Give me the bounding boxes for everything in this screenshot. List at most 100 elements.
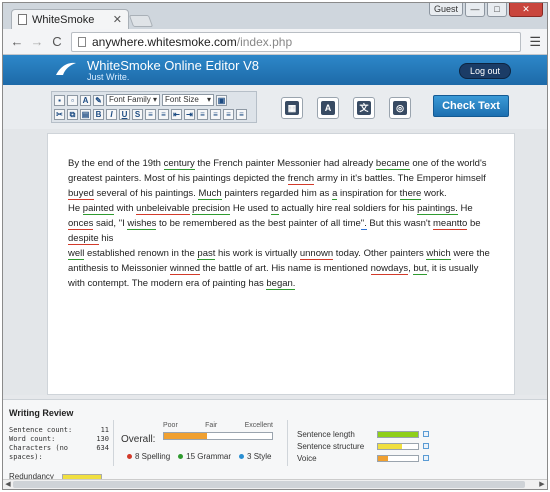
grammar-issue[interactable]: to xyxy=(270,203,279,215)
bold-icon[interactable]: B xyxy=(93,109,104,120)
metric-sentence-length: Sentence length xyxy=(297,428,432,440)
indent-icon[interactable]: ⇥ xyxy=(184,109,195,120)
font-size-select[interactable]: Font Size ▾ xyxy=(162,94,214,106)
spelling-issue[interactable]: unnown xyxy=(299,248,334,260)
copy-icon[interactable]: ⧉ xyxy=(67,109,78,120)
url-field[interactable]: anywhere.whitesmoke.com/index.php xyxy=(71,31,522,52)
grammar-issue[interactable]: well xyxy=(68,248,85,260)
stat-row: Characters (no spaces): 634 xyxy=(9,444,109,461)
divider xyxy=(287,420,288,466)
editor-text: He xyxy=(457,203,473,214)
italic-icon[interactable]: I xyxy=(106,109,117,120)
new-tab-button[interactable] xyxy=(128,15,154,27)
info-icon[interactable] xyxy=(423,431,429,437)
back-arrow-icon[interactable]: ← xyxy=(9,34,25,49)
check-text-button[interactable]: Check Text xyxy=(433,95,509,117)
scroll-thumb[interactable] xyxy=(13,481,525,488)
strikethrough-icon[interactable]: S xyxy=(132,109,143,120)
font-color-icon[interactable]: A xyxy=(80,94,91,106)
translate-button[interactable]: 文 xyxy=(353,97,375,119)
info-icon[interactable] xyxy=(423,443,429,449)
dictionary-button[interactable]: ▦ xyxy=(281,97,303,119)
dictionary-icon: ▦ xyxy=(285,101,299,115)
editor-text: inspiration for xyxy=(337,188,400,199)
justify-icon[interactable]: ≡ xyxy=(236,109,247,120)
grammar-issue[interactable]: but xyxy=(413,263,427,275)
style-count[interactable]: 3 Style xyxy=(239,452,272,461)
editor-area: By the end of the 19th century the Frenc… xyxy=(3,129,547,395)
spelling-issue[interactable]: buyed xyxy=(68,188,94,200)
scroll-left-icon[interactable]: ◀ xyxy=(3,480,13,489)
editor-text: actually hire real soldiers for his xyxy=(278,203,418,214)
reload-icon[interactable]: C xyxy=(49,34,65,49)
info-icon[interactable] xyxy=(423,455,429,461)
grammar-issue[interactable]: wishes xyxy=(127,218,157,230)
grammar-issue[interactable]: began. xyxy=(266,278,296,290)
align-right-icon[interactable]: ≡ xyxy=(223,109,234,120)
horizontal-scrollbar[interactable]: ◀ ▶ xyxy=(3,479,547,489)
maximize-button[interactable]: □ xyxy=(487,3,507,17)
outdent-icon[interactable]: ⇤ xyxy=(171,109,182,120)
editor-text: But this wasn't xyxy=(366,218,434,229)
browser-tab[interactable]: WhiteSmoke ✕ xyxy=(11,9,129,29)
editor-text: today. Other painters xyxy=(333,248,427,259)
tab-close-icon[interactable]: ✕ xyxy=(113,13,122,26)
highlight-icon[interactable]: ✎ xyxy=(93,94,104,106)
align-left-icon[interactable]: ≡ xyxy=(197,109,208,120)
grammar-issue[interactable]: past xyxy=(197,248,216,260)
grammar-issue[interactable]: became xyxy=(375,158,410,170)
grammar-count[interactable]: 15 Grammar xyxy=(178,452,231,461)
editor-text: He xyxy=(68,203,83,214)
editor-text: his work is virtually xyxy=(215,248,300,259)
editor-paragraph: He painted with unbeleivable precision H… xyxy=(68,201,496,246)
grammar-issue[interactable]: precision xyxy=(192,203,231,215)
image-icon[interactable]: ▣ xyxy=(216,94,227,106)
font-family-select[interactable]: Font Family ▾ xyxy=(106,94,160,106)
new-doc-icon[interactable]: ▫ xyxy=(67,94,78,106)
search-icon: ◎ xyxy=(393,101,407,115)
whitesmoke-logo-icon xyxy=(56,62,76,75)
spelling-issue[interactable]: unbeleivable xyxy=(136,203,190,215)
save-icon[interactable]: ▪ xyxy=(54,94,65,106)
issue-legend: 8 Spelling 15 Grammar 3 Style xyxy=(127,452,272,461)
grammar-issue[interactable]: there xyxy=(399,188,422,200)
spelling-issue[interactable]: winned xyxy=(169,263,201,275)
logout-button[interactable]: Log out xyxy=(458,63,511,79)
editor-text: be xyxy=(467,218,481,229)
spelling-issue[interactable]: nowdays xyxy=(370,263,409,275)
user-badge[interactable]: Guest xyxy=(428,3,463,16)
minimize-button[interactable]: — xyxy=(465,3,485,17)
grammar-issue[interactable]: paintings. xyxy=(417,203,458,215)
cut-icon[interactable]: ✂ xyxy=(54,109,65,120)
editor-text: with xyxy=(113,203,137,214)
bullet-list-icon[interactable]: ≡ xyxy=(158,109,169,120)
spelling-issue[interactable]: despite xyxy=(68,233,99,245)
grammar-issue[interactable]: Much xyxy=(198,188,222,200)
thesaurus-button[interactable]: A xyxy=(317,97,339,119)
grammar-issue[interactable]: century xyxy=(163,158,195,170)
spelling-issue[interactable]: meantto xyxy=(433,218,468,230)
underline-icon[interactable]: U xyxy=(119,109,130,120)
spelling-count[interactable]: 8 Spelling xyxy=(127,452,170,461)
stat-row: Sentence count: 11 xyxy=(9,426,109,434)
grammar-issue[interactable]: which xyxy=(426,248,451,260)
browser-menu-icon[interactable]: ☰ xyxy=(529,34,541,50)
spelling-issue[interactable]: french xyxy=(287,173,315,185)
close-window-button[interactable]: ✕ xyxy=(509,3,543,17)
writing-metrics: Sentence length Sentence structure Voice xyxy=(297,428,432,464)
text-editor[interactable]: By the end of the 19th century the Frenc… xyxy=(47,133,515,395)
spelling-issue[interactable]: onces xyxy=(68,218,94,230)
page-info-icon xyxy=(78,36,86,47)
paste-icon[interactable]: ▤ xyxy=(80,109,91,120)
search-button[interactable]: ◎ xyxy=(389,97,411,119)
forward-arrow-icon[interactable]: → xyxy=(29,34,45,49)
metric-fill xyxy=(378,431,418,437)
align-center-icon[interactable]: ≡ xyxy=(210,109,221,120)
editor-toolbar-area: ▪ ▫ A ✎ Font Family ▾ Font Size ▾ ▣ ✂ ⧉ ▤ … xyxy=(3,85,547,129)
editor-text: the battle of art. His name is mentioned xyxy=(200,263,371,274)
numbered-list-icon[interactable]: ≡ xyxy=(145,109,156,120)
review-title: Writing Review xyxy=(9,408,74,418)
grammar-issue[interactable]: painted xyxy=(82,203,114,215)
scroll-right-icon[interactable]: ▶ xyxy=(537,480,547,489)
editor-text: established renown in the xyxy=(84,248,198,259)
